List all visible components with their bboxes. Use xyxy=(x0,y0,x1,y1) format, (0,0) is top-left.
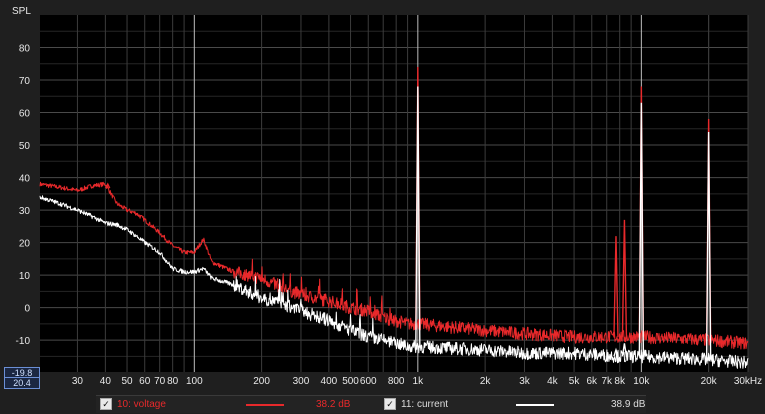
legend-current-swatch xyxy=(516,404,554,406)
x-tick-label: 30kHz xyxy=(734,376,762,387)
x-tick-label: 4k xyxy=(547,376,559,387)
x-tick-label: 100 xyxy=(186,376,203,387)
legend: 10: voltage 38.2 dB 11: current 38.9 dB xyxy=(96,395,646,413)
x-tick-label: 400 xyxy=(321,376,338,387)
legend-voltage-swatch xyxy=(246,404,284,406)
x-tick-label: 600 xyxy=(360,376,377,387)
y-tick-label: 60 xyxy=(19,109,31,120)
current-checkbox[interactable] xyxy=(384,398,396,410)
y-tick-label: 30 xyxy=(19,206,31,217)
legend-voltage-value: 38.2 dB xyxy=(316,399,351,410)
x-tick-label: 30 xyxy=(72,376,84,387)
y-tick-label: 70 xyxy=(19,76,31,87)
y-tick-label: 80 xyxy=(19,44,31,55)
x-tick-label: 80 xyxy=(167,376,179,387)
x-tick-label: 300 xyxy=(293,376,310,387)
y-tick-label: 20 xyxy=(19,239,31,250)
x-tick-label: 1k xyxy=(413,376,425,387)
x-tick-label: 40 xyxy=(100,376,112,387)
spectrum-chart[interactable]: SPL 30 40 50 60 70 80 100 200 300 400 500 600 800 1k 2… xyxy=(0,0,765,414)
y-tick-labels: 80 70 60 50 40 30 20 10 0 -10 xyxy=(16,44,31,348)
y-tick-label: 0 xyxy=(24,304,30,315)
y-tick-label: 10 xyxy=(19,271,31,282)
x-tick-label: 2k xyxy=(480,376,492,387)
legend-voltage-label: 10: voltage xyxy=(117,398,166,410)
x-tick-label: 6k xyxy=(586,376,598,387)
x-tick-label: 800 xyxy=(388,376,405,387)
x-tick-label: 10k xyxy=(633,376,650,387)
x-tick-label: 200 xyxy=(253,376,270,387)
x-tick-label: 500 xyxy=(342,376,359,387)
y-tick-label: 40 xyxy=(19,174,31,185)
legend-item-current[interactable]: 11: current xyxy=(384,398,448,410)
legend-current-value: 38.9 dB xyxy=(611,399,646,410)
x-tick-label: 7k xyxy=(601,376,613,387)
y-tick-label: 50 xyxy=(19,141,31,152)
legend-item-voltage[interactable]: 10: voltage xyxy=(100,398,166,410)
voltage-checkbox[interactable] xyxy=(100,398,112,410)
x-tick-label: 50 xyxy=(121,376,133,387)
y-axis-label: SPL xyxy=(12,6,31,17)
x-tick-label: 5k xyxy=(569,376,581,387)
x-tick-label: 8k xyxy=(614,376,626,387)
legend-current-label: 11: current xyxy=(401,398,449,410)
x-tick-label: 60 xyxy=(139,376,151,387)
y-tick-label: -10 xyxy=(16,336,31,347)
x-tick-label: 20k xyxy=(701,376,718,387)
x-min-readout[interactable]: 20.4 xyxy=(4,377,40,389)
x-tick-labels: 30 40 50 60 70 80 100 200 300 400 500 600 800 1k 2k 3k 4… xyxy=(72,376,762,387)
x-tick-label: 3k xyxy=(519,376,531,387)
x-tick-label: 70 xyxy=(154,376,166,387)
